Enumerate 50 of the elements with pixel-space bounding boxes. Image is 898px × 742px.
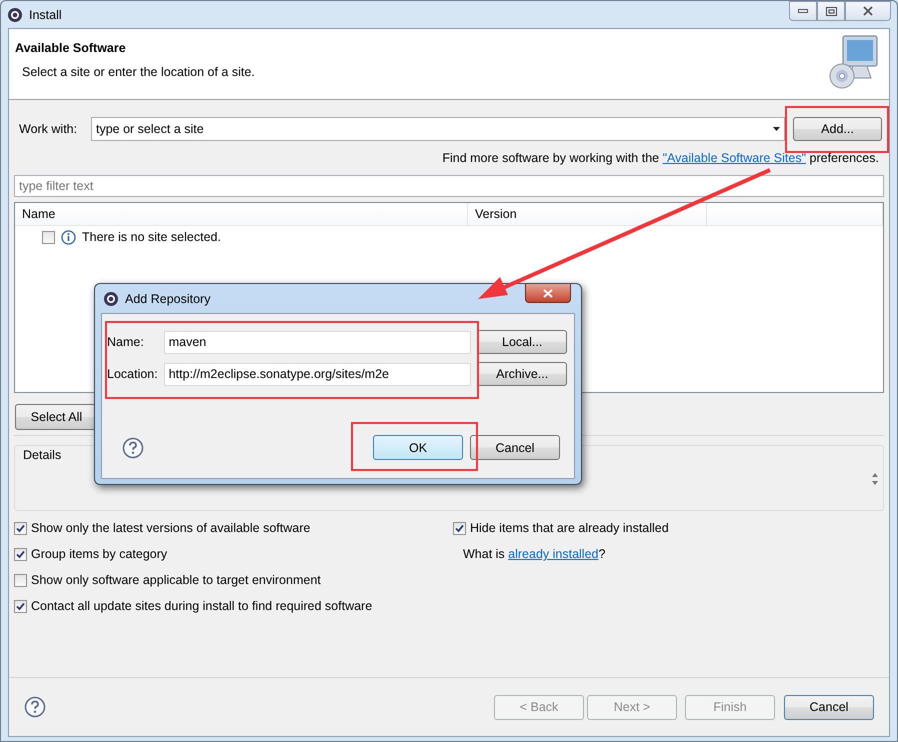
checkbox[interactable] (42, 230, 55, 244)
link[interactable]: "Available Software Sites" (662, 151, 806, 165)
checkbox[interactable] (14, 522, 27, 534)
info-icon (61, 230, 76, 244)
option-label[interactable]: Hide items that are already installed (470, 521, 669, 535)
checkbox[interactable] (14, 600, 27, 612)
checkbox[interactable] (14, 574, 27, 586)
close-button[interactable] (525, 284, 571, 303)
dropdown-icon[interactable] (773, 127, 780, 131)
option-label[interactable]: Contact all update sites during install to find required software (31, 599, 372, 613)
page-title: Available Software (15, 41, 127, 55)
input-field[interactable]: maven (164, 330, 472, 354)
checkbox[interactable] (14, 548, 27, 560)
restore-icon[interactable] (826, 6, 836, 16)
window-title: Install (29, 8, 62, 22)
page-subtitle: Select a site or enter the location of a site. (22, 65, 255, 79)
close-button[interactable] (845, 1, 891, 21)
link[interactable]: already installed (508, 547, 598, 561)
option-label[interactable]: Show only software applicable to target environment (31, 573, 321, 587)
column-header[interactable]: Version (468, 203, 707, 225)
field-label: Work with: (18, 122, 78, 136)
field-label: Location: (107, 367, 159, 381)
app-icon (103, 290, 119, 306)
close-icon[interactable] (863, 6, 873, 16)
field-label: Name: (107, 335, 145, 349)
option-label[interactable]: Show only the latest versions of available software (31, 521, 310, 535)
scroll-arrows-icon[interactable] (871, 471, 879, 487)
restore-button[interactable] (817, 1, 845, 21)
column-header[interactable]: Name (15, 203, 468, 225)
minimize-button[interactable] (789, 1, 817, 21)
filter-field[interactable]: type filter text (14, 175, 884, 197)
button[interactable]: Cancel (470, 435, 560, 460)
button[interactable]: Add... (793, 117, 882, 141)
button[interactable]: Archive... (477, 362, 567, 386)
dialog-title: Add Repository (125, 292, 210, 306)
group-label: Details (23, 448, 62, 462)
minimize-icon[interactable] (798, 9, 808, 13)
button[interactable]: Local... (477, 330, 567, 354)
table-cell: There is no site selected. (82, 230, 221, 244)
option-label[interactable]: Group items by category (31, 547, 168, 561)
hint-text: Find more software by working with the "Available Software Sites" preferences. (442, 151, 879, 165)
app-icon (7, 6, 23, 22)
button[interactable]: Cancel (784, 694, 874, 720)
button[interactable]: OK (373, 435, 463, 460)
site-combo-box[interactable]: type or select a site (91, 117, 785, 141)
help-icon[interactable] (24, 696, 46, 718)
hint-text: What is already installed? (462, 546, 606, 562)
input-field[interactable]: http://m2eclipse.sonatype.org/sites/m2e (164, 362, 472, 386)
help-icon[interactable] (122, 436, 144, 458)
checkbox[interactable] (453, 522, 466, 534)
